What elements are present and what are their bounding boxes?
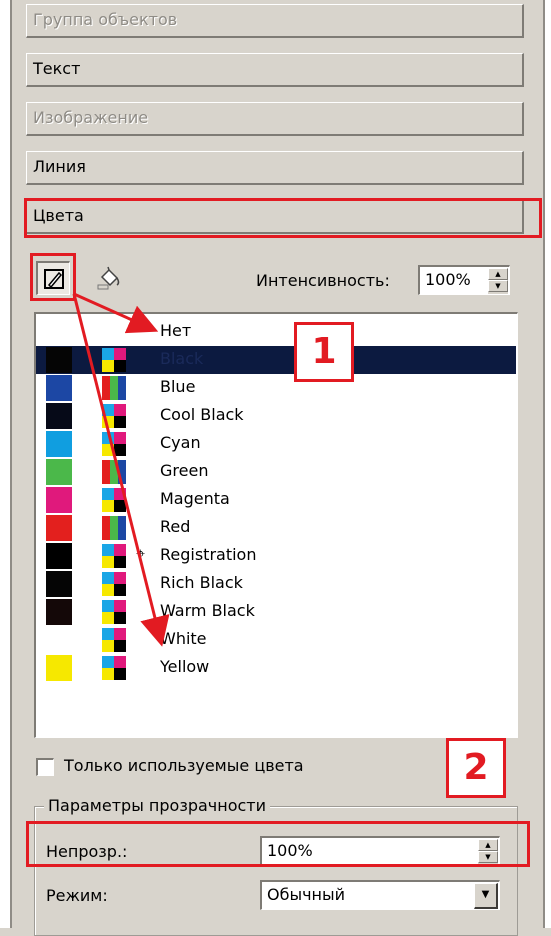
annotation-arrows: [72, 292, 170, 647]
arrow-to-white: [72, 293, 170, 647]
arrow-to-none: [73, 292, 159, 334]
